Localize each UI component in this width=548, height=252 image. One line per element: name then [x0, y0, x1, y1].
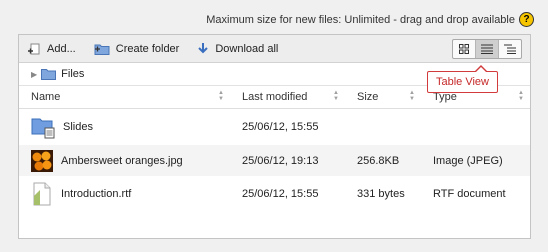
view-switcher — [452, 38, 522, 59]
file-name: Slides — [63, 121, 93, 133]
file-name: Introduction.rtf — [61, 188, 132, 200]
add-button-label: Add... — [47, 42, 76, 55]
download-all-button[interactable]: Download all — [197, 42, 278, 56]
grid-icon — [459, 43, 469, 54]
file-name: Ambersweet oranges.jpg — [61, 154, 183, 167]
tree-view-button[interactable] — [499, 40, 521, 58]
sort-icon: ▲ ▼ — [409, 90, 415, 102]
column-header-modified[interactable]: Last modified ▲ ▼ — [230, 86, 345, 108]
max-size-text: Maximum size for new files: Unlimited - … — [206, 13, 515, 26]
add-button[interactable]: Add... — [27, 42, 76, 56]
list-icon — [481, 44, 493, 54]
sort-icon: ▲ ▼ — [218, 90, 224, 102]
add-file-icon — [28, 43, 40, 54]
column-header-size[interactable]: Size ▲ ▼ — [345, 86, 421, 108]
help-icon[interactable]: ? — [519, 12, 534, 27]
image-thumbnail-icon — [31, 149, 53, 172]
breadcrumb-files[interactable]: Files — [61, 68, 84, 80]
create-folder-label: Create folder — [115, 42, 180, 55]
table-view-tooltip: Table View — [427, 65, 498, 93]
folder-icon — [41, 69, 57, 80]
sort-icon: ▲ ▼ — [333, 90, 339, 102]
column-header-name[interactable]: Name ▲ ▼ — [19, 86, 230, 108]
sort-icon: ▲ ▼ — [518, 90, 524, 102]
modified-cell: 25/06/12, 19:13 — [242, 154, 319, 167]
download-arrow-icon — [198, 42, 209, 53]
file-manager: Add... Create folder Download all ▶ File… — [18, 34, 531, 239]
table-row[interactable]: Slides 25/06/12, 15:55 — [19, 109, 530, 145]
toolbar: Add... Create folder Download all — [19, 35, 530, 63]
type-cell: Image (JPEG) — [433, 154, 503, 167]
create-folder-button[interactable]: Create folder — [94, 42, 180, 56]
modified-cell: 25/06/12, 15:55 — [242, 121, 319, 133]
icon-view-button[interactable] — [453, 39, 476, 58]
download-all-label: Download all — [215, 42, 279, 55]
create-folder-icon — [94, 44, 110, 55]
table-row[interactable]: Introduction.rtf 25/06/12, 15:55 331 byt… — [19, 176, 530, 212]
size-cell: 331 bytes — [357, 188, 405, 200]
folder-icon — [31, 115, 55, 139]
type-cell: RTF document — [433, 188, 506, 200]
table-view-button[interactable] — [476, 39, 499, 58]
table-row[interactable]: Ambersweet oranges.jpg 25/06/12, 19:13 2… — [19, 145, 530, 176]
size-cell: 256.8KB — [357, 154, 400, 167]
document-icon — [31, 182, 53, 206]
tree-icon — [504, 44, 516, 54]
max-size-note: Maximum size for new files: Unlimited - … — [206, 12, 534, 27]
expand-arrow-icon[interactable]: ▶ — [31, 70, 37, 79]
modified-cell: 25/06/12, 15:55 — [242, 188, 319, 200]
